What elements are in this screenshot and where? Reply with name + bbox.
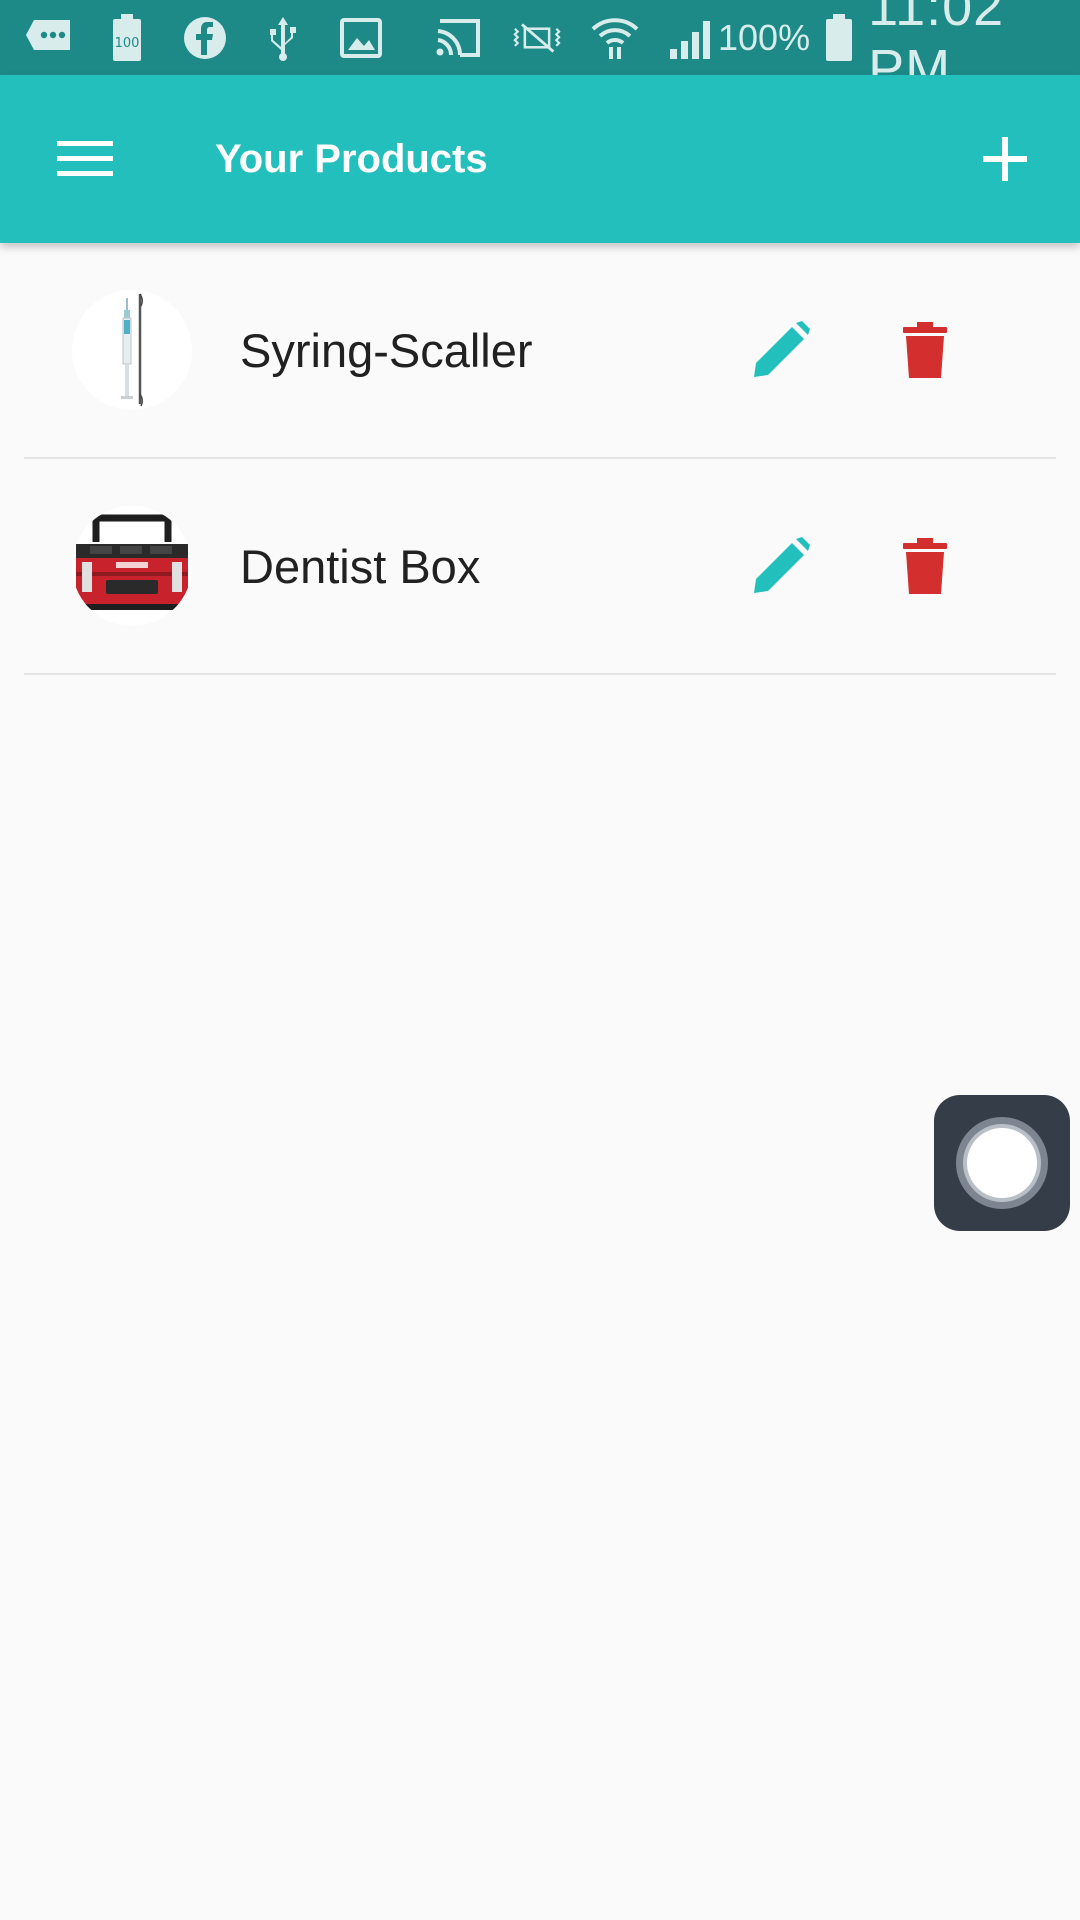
product-name: Dentist Box	[240, 539, 481, 593]
message-icon	[24, 13, 74, 63]
battery-percent: 100%	[718, 16, 811, 58]
product-row[interactable]: Dentist Box	[24, 459, 1056, 675]
product-thumbnail	[72, 506, 192, 626]
product-list: Syring-Scaller Dentist Box	[24, 243, 1056, 675]
edit-product-button[interactable]	[736, 521, 826, 611]
signal-icon	[668, 13, 718, 63]
cast-icon	[434, 13, 484, 63]
pencil-icon	[754, 537, 810, 593]
syringe-thumbnail	[72, 290, 192, 410]
add-product-button[interactable]	[955, 109, 1055, 209]
trash-icon	[903, 322, 947, 378]
battery-saver-icon: 100	[102, 13, 152, 63]
assistive-touch-icon	[956, 1117, 1048, 1209]
menu-button[interactable]	[35, 109, 135, 209]
image-icon	[336, 13, 386, 63]
mute-icon	[512, 13, 562, 63]
delete-product-button[interactable]	[880, 521, 970, 611]
battery-icon	[824, 13, 854, 63]
product-thumbnail	[72, 290, 192, 410]
page-title: Your Products	[215, 136, 488, 181]
pencil-icon	[754, 321, 810, 377]
assistive-touch-core	[967, 1128, 1037, 1198]
usb-icon	[258, 13, 308, 63]
status-icons: 100	[24, 13, 718, 63]
facebook-icon	[180, 13, 230, 63]
plus-icon	[983, 137, 1027, 181]
wifi-icon	[590, 13, 640, 63]
edit-product-button[interactable]	[736, 305, 826, 395]
hamburger-menu-icon	[57, 141, 113, 176]
delete-product-button[interactable]	[880, 305, 970, 395]
toolbox-thumbnail	[72, 506, 192, 626]
product-row[interactable]: Syring-Scaller	[24, 243, 1056, 459]
status-bar: 100 100% 11:02 PM	[0, 0, 1080, 99]
svg-text:100: 100	[115, 36, 140, 51]
app-bar: Your Products	[0, 75, 1080, 243]
trash-icon	[903, 538, 947, 594]
assistive-touch-button[interactable]	[934, 1095, 1070, 1231]
product-name: Syring-Scaller	[240, 323, 533, 377]
